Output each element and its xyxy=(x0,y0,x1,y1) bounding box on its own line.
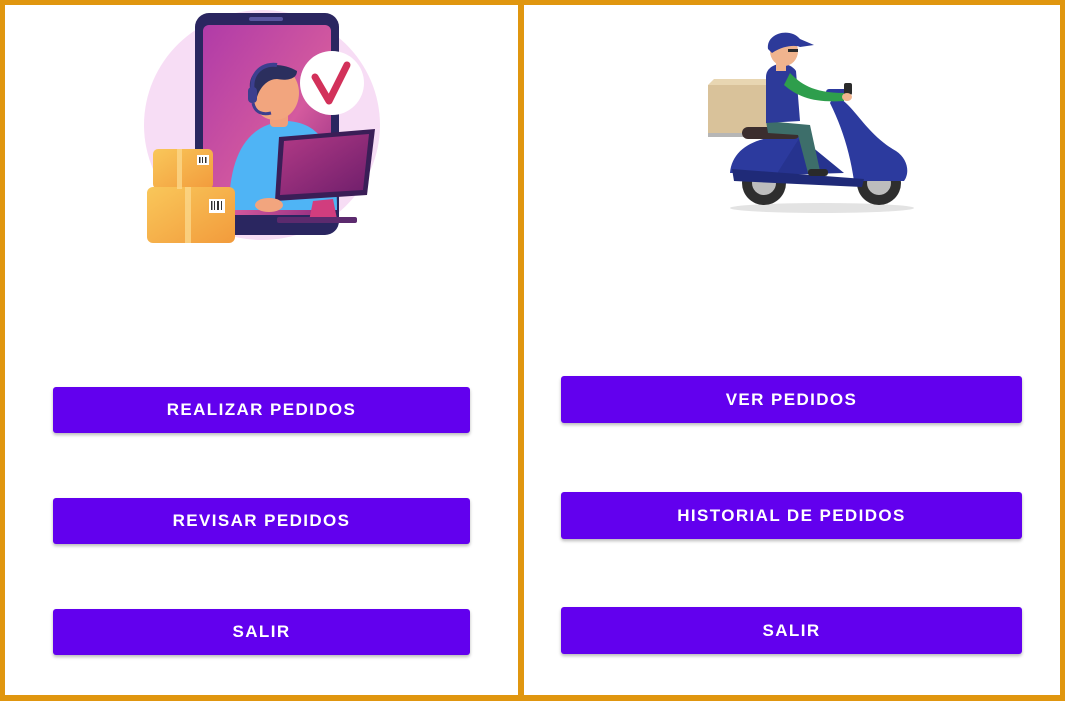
revisar-pedidos-button[interactable]: REVISAR PEDIDOS xyxy=(53,498,470,544)
historial-de-pedidos-button[interactable]: HISTORIAL DE PEDIDOS xyxy=(561,492,1022,539)
historial-de-pedidos-label: HISTORIAL DE PEDIDOS xyxy=(677,505,906,525)
left-screen: REALIZAR PEDIDOS REVISAR PEDIDOS SALIR xyxy=(5,5,518,695)
realizar-pedidos-label: REALIZAR PEDIDOS xyxy=(166,400,357,419)
realizar-pedidos-button[interactable]: REALIZAR PEDIDOS xyxy=(53,387,470,433)
salir-label: SALIR xyxy=(232,622,291,641)
ver-pedidos-label: VER PEDIDOS xyxy=(725,389,858,409)
revisar-pedidos-label: REVISAR PEDIDOS xyxy=(172,511,351,530)
salir-button[interactable]: SALIR xyxy=(53,609,470,655)
ver-pedidos-button[interactable]: VER PEDIDOS xyxy=(561,376,1022,423)
delivery-scooter-illustration xyxy=(708,32,914,213)
customer-service-illustration xyxy=(144,10,380,243)
salir-label-right: SALIR xyxy=(762,620,821,640)
right-screen: VER PEDIDOS HISTORIAL DE PEDIDOS SALIR xyxy=(524,5,1060,695)
salir-button-right[interactable]: SALIR xyxy=(561,607,1022,654)
